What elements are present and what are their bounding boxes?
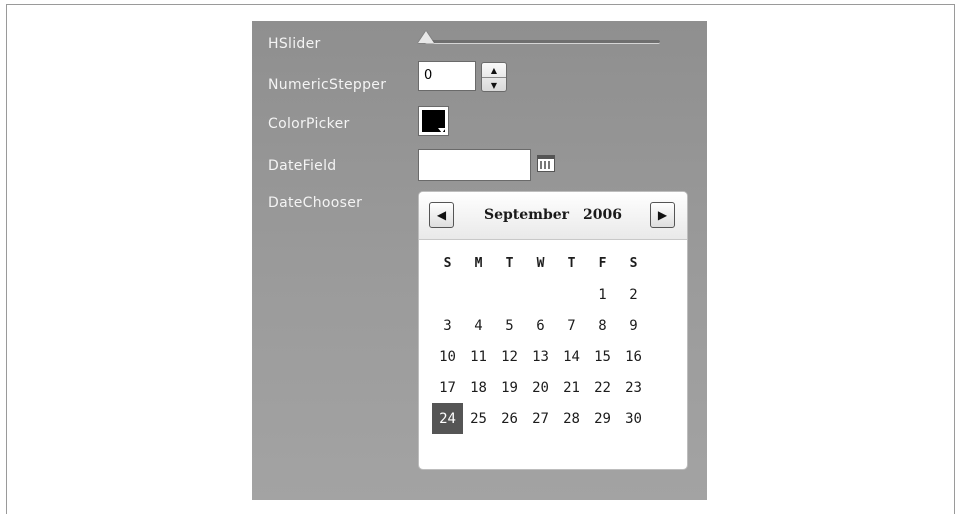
day-cell[interactable]: 26 <box>494 403 525 434</box>
day-cell[interactable]: 23 <box>618 372 649 403</box>
weekday-header: M <box>474 256 483 271</box>
day-cell[interactable]: 19 <box>494 372 525 403</box>
color-swatch <box>422 110 446 133</box>
day-cell[interactable]: 30 <box>618 403 649 434</box>
weekday-header: S <box>629 256 638 271</box>
day-cell[interactable]: 7 <box>556 310 587 341</box>
day-cell[interactable]: 2 <box>618 279 649 310</box>
date-chooser: ◀ September 2006 ▶ S M T W T F S 1 2 3 4 5 6 7 8 9 10 11 12… <box>418 191 688 470</box>
hslider-thumb[interactable] <box>418 31 434 43</box>
day-cell[interactable]: 12 <box>494 341 525 372</box>
next-month-button[interactable]: ▶ <box>650 202 675 228</box>
day-cell[interactable]: 4 <box>463 310 494 341</box>
empty-day-cell <box>432 279 463 310</box>
weekday-header: T <box>505 256 514 271</box>
weekday-header: W <box>536 256 545 271</box>
numeric-stepper-label: NumericStepper <box>268 77 387 93</box>
prev-month-button[interactable]: ◀ <box>429 202 454 228</box>
stepper-up-icon[interactable]: ▲ <box>482 63 506 78</box>
hslider-track[interactable] <box>425 40 660 44</box>
date-field-input[interactable] <box>418 149 531 181</box>
day-cell[interactable]: 11 <box>463 341 494 372</box>
day-cell[interactable]: 18 <box>463 372 494 403</box>
day-cell[interactable]: 27 <box>525 403 556 434</box>
day-cell[interactable]: 14 <box>556 341 587 372</box>
month-label: September <box>483 207 570 223</box>
day-cell[interactable]: 16 <box>618 341 649 372</box>
day-cell[interactable]: 25 <box>463 403 494 434</box>
stepper-down-icon[interactable]: ▼ <box>482 78 506 91</box>
day-cell[interactable]: 5 <box>494 310 525 341</box>
empty-day-cell <box>556 279 587 310</box>
day-cell[interactable]: 9 <box>618 310 649 341</box>
color-picker-label: ColorPicker <box>268 116 350 132</box>
weekday-header: T <box>567 256 576 271</box>
day-cell[interactable]: 17 <box>432 372 463 403</box>
day-cell[interactable]: 22 <box>587 372 618 403</box>
calendar-grid: S M T W T F S 1 2 3 4 5 6 7 8 9 10 11 12 13 14 15 16 17 18 19 20 21… <box>432 248 649 434</box>
day-cell[interactable]: 28 <box>556 403 587 434</box>
dropdown-arrow-icon <box>438 128 446 133</box>
empty-day-cell <box>525 279 556 310</box>
day-cell[interactable]: 1 <box>587 279 618 310</box>
right-arrow-icon: ▶ <box>657 208 668 222</box>
month-year-title: September 2006 <box>465 207 641 223</box>
year-label: 2006 <box>583 207 623 223</box>
date-chooser-header: ◀ September 2006 ▶ <box>419 192 687 240</box>
numeric-stepper-buttons: ▲ ▼ <box>481 62 507 92</box>
calendar-icon[interactable] <box>537 155 555 172</box>
empty-day-cell <box>494 279 525 310</box>
day-cell[interactable]: 6 <box>525 310 556 341</box>
day-cell[interactable]: 15 <box>587 341 618 372</box>
weekday-header: F <box>598 256 607 271</box>
day-cell[interactable]: 10 <box>432 341 463 372</box>
left-arrow-icon: ◀ <box>436 208 447 222</box>
day-cell[interactable]: 21 <box>556 372 587 403</box>
hslider-label: HSlider <box>268 36 321 52</box>
empty-day-cell <box>463 279 494 310</box>
day-cell[interactable]: 3 <box>432 310 463 341</box>
date-chooser-label: DateChooser <box>268 195 363 211</box>
color-picker-button[interactable] <box>418 106 449 136</box>
day-cell[interactable]: 29 <box>587 403 618 434</box>
date-field-label: DateField <box>268 158 337 174</box>
selected-day-cell[interactable]: 24 <box>432 403 463 434</box>
numeric-stepper-input[interactable]: 0 <box>418 61 476 91</box>
weekday-header: S <box>443 256 452 271</box>
day-cell[interactable]: 20 <box>525 372 556 403</box>
day-cell[interactable]: 8 <box>587 310 618 341</box>
day-cell[interactable]: 13 <box>525 341 556 372</box>
